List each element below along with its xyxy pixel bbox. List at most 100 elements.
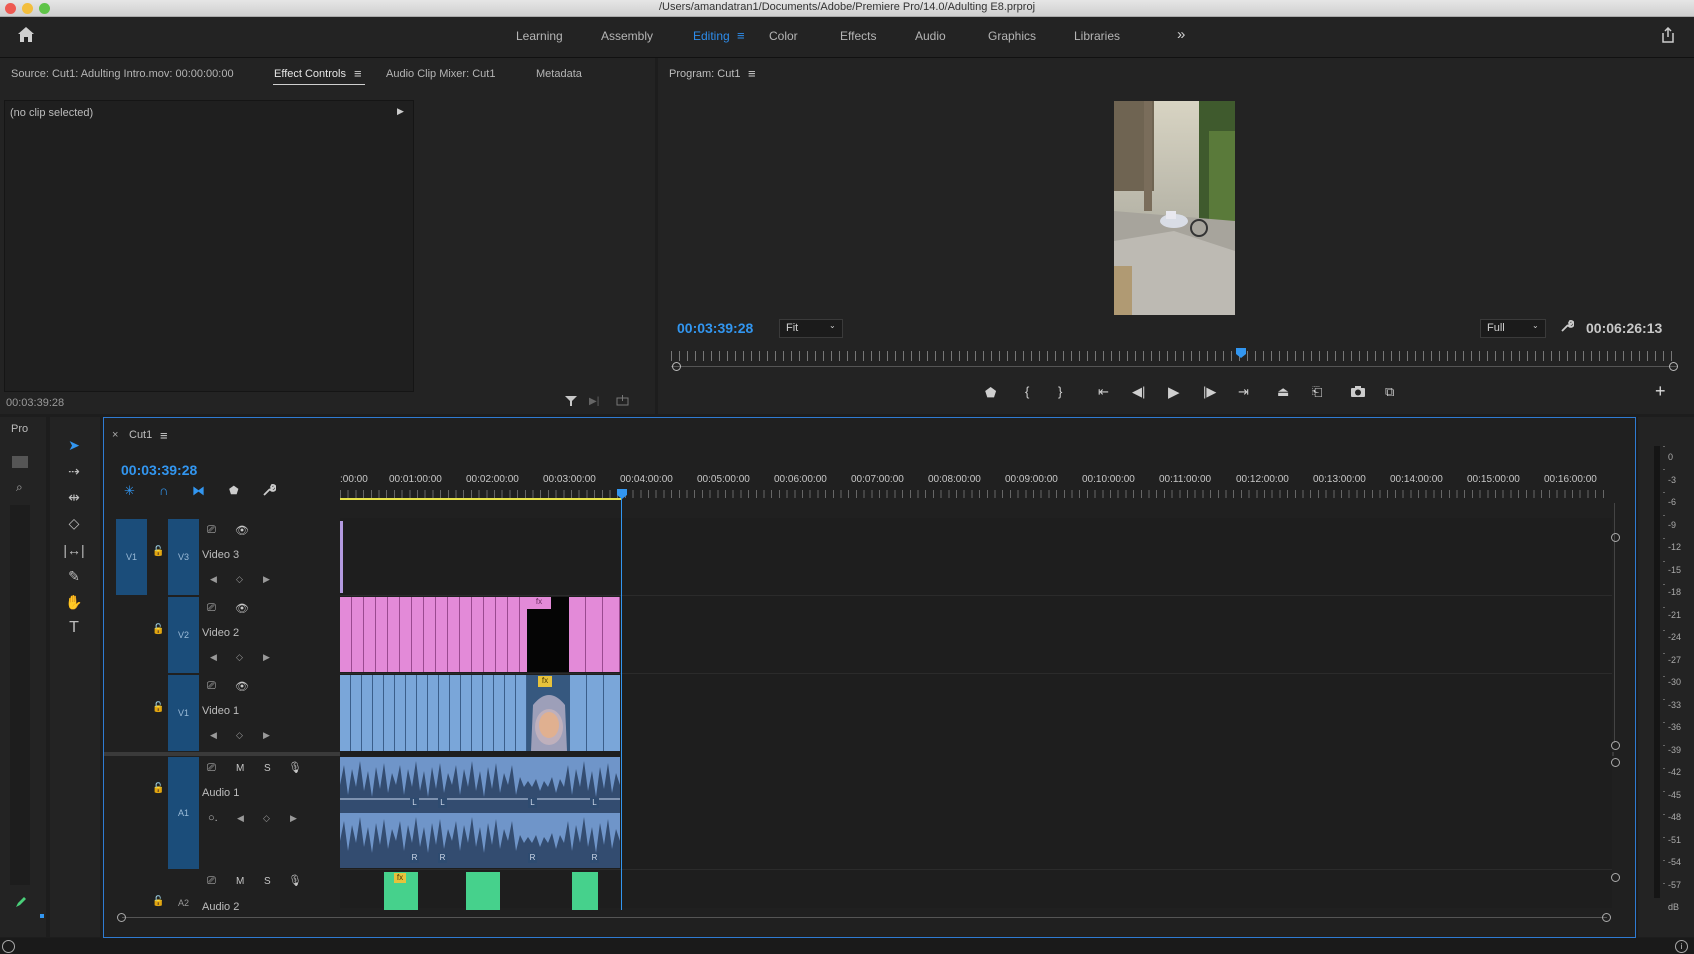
toggle-sync-lock-icon[interactable]: ⎚ [207, 524, 216, 537]
lock-icon[interactable]: 🔓 [152, 546, 164, 557]
keyframe-icon[interactable]: ◇ [236, 574, 243, 585]
timeline-horizontal-scrollbar[interactable] [122, 917, 1607, 918]
scroll-handle[interactable] [1611, 758, 1620, 767]
audio2-clip[interactable] [466, 872, 500, 910]
selection-tool-icon[interactable]: ➤ [63, 435, 85, 455]
export-frame-icon[interactable] [1350, 385, 1366, 401]
scroll-handle[interactable] [1611, 873, 1620, 882]
program-scroll-start-handle[interactable] [672, 362, 681, 371]
zoom-level-select[interactable]: Fit ⌄ [779, 319, 843, 338]
workspace-effects[interactable]: Effects [840, 29, 876, 43]
lift-icon[interactable]: ⏏ [1277, 384, 1289, 400]
workspace-graphics[interactable]: Graphics [988, 29, 1036, 43]
prev-keyframe-icon[interactable]: ◀ [237, 813, 244, 824]
track-target-a1[interactable]: A1 [168, 757, 199, 869]
razor-tool-icon[interactable]: ◇ [63, 513, 85, 533]
track-target-v3[interactable]: V3 [168, 519, 199, 595]
go-to-in-icon[interactable]: ⇤ [1098, 384, 1109, 400]
snap-icon[interactable]: ∩ [159, 483, 168, 498]
track-select-tool-icon[interactable]: ⇢ [63, 461, 85, 481]
more-workspaces-icon[interactable]: » [1177, 26, 1185, 43]
workspace-editing[interactable]: Editing [693, 29, 730, 43]
audio1-clip-group[interactable] [340, 757, 620, 868]
keyframe-icon[interactable]: ◇ [263, 813, 270, 824]
lock-icon[interactable]: 🔓 [152, 896, 164, 907]
workspace-audio[interactable]: Audio [915, 29, 946, 43]
workspace-menu-icon[interactable]: ≡ [737, 28, 745, 43]
mute-track-button[interactable]: M [236, 876, 244, 887]
tab-metadata[interactable]: Metadata [536, 68, 582, 80]
nest-icon[interactable]: ✳ [124, 483, 135, 499]
scroll-handle[interactable] [1611, 533, 1620, 542]
workspace-assembly[interactable]: Assembly [601, 29, 653, 43]
track-target-v2[interactable]: V2 [168, 597, 199, 673]
play-audio-only-icon[interactable]: ▶| [589, 396, 599, 407]
settings-wrench-icon[interactable] [1560, 319, 1575, 336]
microphone-icon[interactable]: 🎙 [288, 874, 302, 887]
program-time-ruler[interactable] [671, 351, 1677, 361]
export-icon[interactable] [616, 394, 629, 409]
add-marker-icon[interactable]: ⬟ [985, 385, 996, 401]
video1-clip-end[interactable] [570, 675, 620, 751]
hand-tool-icon[interactable]: ✋ [63, 592, 85, 612]
add-marker-icon[interactable]: ⬟ [229, 484, 239, 497]
sequence-tab[interactable]: Cut1 [129, 429, 152, 441]
zoom-scroll-start-handle[interactable] [117, 913, 126, 922]
tab-effect-controls[interactable]: Effect Controls [274, 68, 346, 80]
track-target-a2[interactable]: A2 [178, 898, 189, 908]
linked-selection-icon[interactable]: ⧓ [192, 483, 205, 499]
comparison-view-icon[interactable]: ⧉ [1385, 384, 1394, 400]
timeline-ruler-ticks[interactable] [340, 490, 1610, 498]
search-icon[interactable]: ⌕ [16, 480, 23, 495]
prev-keyframe-icon[interactable]: ◀ [210, 652, 217, 663]
keyframe-icon[interactable]: ◇ [236, 652, 243, 663]
program-scroll-end-handle[interactable] [1669, 362, 1678, 371]
video2-clip-end[interactable] [569, 597, 620, 672]
tab-source[interactable]: Source: Cut1: Adulting Intro.mov: 00:00:… [11, 68, 234, 80]
share-icon[interactable] [1660, 26, 1676, 46]
bin-icon[interactable] [12, 456, 28, 468]
program-scroll-track[interactable] [671, 366, 1677, 367]
mark-in-icon[interactable]: { [1025, 384, 1029, 399]
workspace-learning[interactable]: Learning [516, 29, 563, 43]
prev-keyframe-icon[interactable]: ◀ [210, 574, 217, 585]
button-editor-plus-icon[interactable]: + [1655, 381, 1666, 402]
workspace-libraries[interactable]: Libraries [1074, 29, 1120, 43]
video1-clip-group[interactable] [340, 675, 527, 751]
program-playhead-timecode[interactable]: 00:03:39:28 [677, 320, 753, 336]
microphone-icon[interactable]: 🎙 [288, 761, 302, 774]
zoom-scroll-end-handle[interactable] [1602, 913, 1611, 922]
expand-triangle-icon[interactable]: ▶ [397, 106, 404, 117]
prev-keyframe-icon[interactable]: ◀ [210, 730, 217, 741]
volume-knob-icon[interactable]: ○. [208, 812, 218, 824]
next-keyframe-icon[interactable]: ▶ [263, 574, 270, 585]
ripple-edit-tool-icon[interactable]: ⇹ [63, 487, 85, 507]
workspace-color[interactable]: Color [769, 29, 798, 43]
eye-icon[interactable]: 👁 [235, 680, 249, 693]
video3-clip[interactable] [340, 521, 343, 593]
step-forward-icon[interactable]: |▶ [1203, 384, 1216, 400]
audio2-clip[interactable] [572, 872, 598, 910]
video2-clip-group[interactable] [340, 597, 527, 672]
keyframe-icon[interactable]: ◇ [236, 730, 243, 741]
next-keyframe-icon[interactable]: ▶ [290, 813, 297, 824]
track-target-v1[interactable]: V1 [168, 675, 199, 751]
close-sequence-icon[interactable]: × [112, 429, 118, 441]
work-area-bar[interactable] [340, 498, 622, 500]
tab-audio-clip-mixer[interactable]: Audio Clip Mixer: Cut1 [386, 68, 495, 80]
go-to-out-icon[interactable]: ⇥ [1238, 384, 1249, 400]
timeline-settings-wrench-icon[interactable] [262, 483, 277, 500]
next-keyframe-icon[interactable]: ▶ [263, 730, 270, 741]
toggle-sync-lock-icon[interactable]: ⎚ [207, 875, 216, 888]
filter-icon[interactable] [564, 395, 578, 410]
slip-tool-icon[interactable]: |↔| [63, 540, 85, 560]
solo-track-button[interactable]: S [264, 763, 271, 774]
toggle-sync-lock-icon[interactable]: ⎚ [207, 602, 216, 615]
eye-icon[interactable]: 👁 [235, 602, 249, 615]
scroll-handle[interactable] [1611, 741, 1620, 750]
mute-track-button[interactable]: M [236, 763, 244, 774]
solo-track-button[interactable]: S [264, 876, 271, 887]
mark-out-icon[interactable]: } [1058, 384, 1062, 399]
status-indicator-icon[interactable] [2, 940, 15, 953]
home-icon[interactable] [17, 26, 35, 46]
